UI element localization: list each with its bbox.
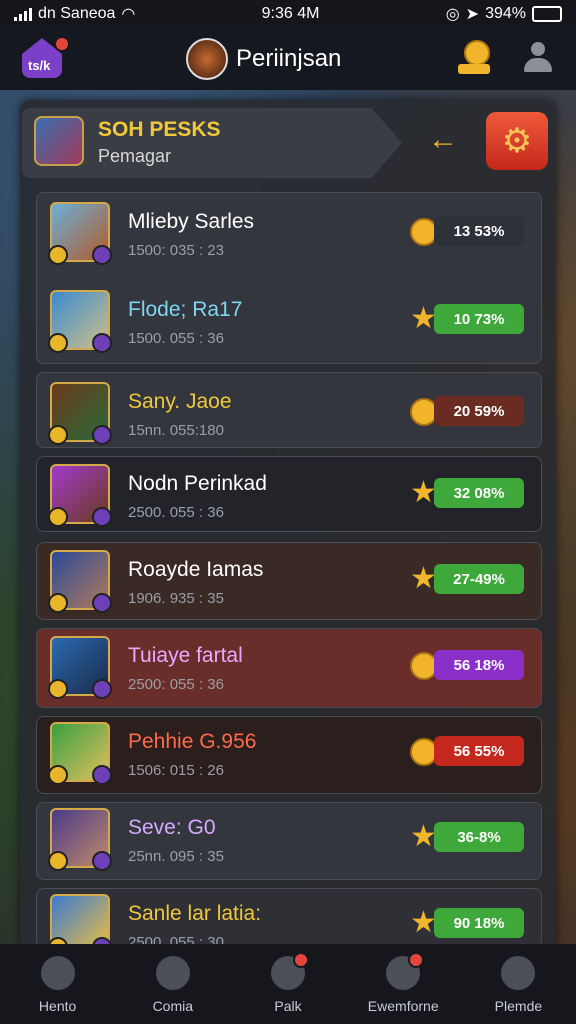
percent-pill: 32 08% bbox=[434, 478, 524, 508]
alarm-icon: ◎ bbox=[445, 6, 460, 23]
character-avatar bbox=[48, 636, 112, 699]
tab-label: Hento bbox=[38, 998, 77, 1014]
tab-comia[interactable]: Comia bbox=[115, 944, 230, 1024]
leaderboard-row[interactable]: Seve: G0 25nn. 095 : 35 ★ 36-8% bbox=[36, 798, 542, 878]
player-stats: 15nn. 055:180 bbox=[128, 422, 224, 439]
character-avatar bbox=[48, 808, 112, 871]
class-badge-icon bbox=[92, 765, 112, 785]
top-bar: ts/k Periinjsan bbox=[0, 28, 576, 90]
bottom-nav: Hento Comia Palk Ewemforne Plemde bbox=[0, 944, 576, 1024]
notification-badge bbox=[54, 36, 70, 52]
coin-stack-icon[interactable] bbox=[458, 40, 490, 76]
record-icon bbox=[386, 952, 425, 990]
tab-label: Palk bbox=[274, 998, 302, 1014]
player-name: Flode; Ra17 bbox=[128, 298, 243, 321]
leaderboard-row[interactable]: Flode; Ra17 1500. 055 : 36 ★ 10 73% bbox=[36, 280, 542, 360]
leaderboard-row[interactable]: Sany. Jaoe 15nn. 055:180 20 59% bbox=[36, 372, 542, 452]
tab-ewemforne[interactable]: Ewemforne bbox=[346, 944, 461, 1024]
class-badge-icon bbox=[92, 851, 112, 871]
class-badge-icon bbox=[92, 507, 112, 527]
cat-icon bbox=[155, 956, 190, 990]
settings-button[interactable]: ⚙ bbox=[486, 112, 548, 170]
player-name: Tuiaye fartal bbox=[128, 644, 243, 667]
rank-badge-icon bbox=[48, 425, 68, 445]
character-avatar bbox=[48, 722, 112, 785]
class-badge-icon bbox=[92, 333, 112, 353]
player-stats: 2500. 055 : 36 bbox=[128, 504, 224, 521]
notification-badge bbox=[408, 952, 425, 968]
player-stats: 1500. 055 : 36 bbox=[128, 330, 224, 347]
player-stats: 1906. 935 : 35 bbox=[128, 590, 224, 607]
player-stats: 1506: 015 : 26 bbox=[128, 762, 224, 779]
section-title: SOH PESKS bbox=[98, 118, 221, 141]
app-logo-icon bbox=[186, 38, 228, 80]
battery-icon bbox=[531, 6, 562, 22]
character-avatar bbox=[48, 290, 112, 353]
rank-badge-icon bbox=[48, 593, 68, 613]
tab-label: Plemde bbox=[494, 998, 543, 1014]
player-name: Sany. Jaoe bbox=[128, 390, 232, 413]
profile-icon[interactable] bbox=[524, 42, 552, 74]
character-avatar bbox=[48, 202, 112, 265]
leaderboard-row[interactable]: Pehhie G.956 1506: 015 : 26 56 55% bbox=[36, 712, 542, 792]
tab-label: Ewemforne bbox=[367, 998, 439, 1014]
percent-pill: 90 18% bbox=[434, 908, 524, 938]
percent-pill: 56 18% bbox=[434, 650, 524, 680]
class-badge-icon bbox=[92, 679, 112, 699]
character-avatar bbox=[48, 550, 112, 613]
player-name: Sanle lar latia: bbox=[128, 902, 262, 925]
battery-text: 394% bbox=[485, 5, 526, 22]
status-bar: dn Saneoa ◠ 9:36 4M ◎ ➤ 394% bbox=[0, 0, 576, 28]
rank-badge-icon bbox=[48, 245, 68, 265]
profile-icon bbox=[501, 956, 536, 990]
player-stats: 1500: 035 : 23 bbox=[128, 242, 224, 259]
player-stats: 25nn. 095 : 35 bbox=[128, 848, 224, 865]
signal-icon bbox=[14, 7, 32, 21]
pause-icon bbox=[271, 952, 309, 990]
rank-badge-icon bbox=[48, 507, 68, 527]
back-arrow-icon[interactable]: ← bbox=[428, 125, 462, 156]
class-badge-icon bbox=[92, 593, 112, 613]
leaderboard-row[interactable]: Tuiaye fartal 2500: 055 : 36 56 18% bbox=[36, 626, 542, 706]
percent-pill: 36-8% bbox=[434, 822, 524, 852]
section-subtitle: Pemagar bbox=[98, 146, 172, 166]
class-badge-icon bbox=[92, 425, 112, 445]
clock-text: 9:36 4M bbox=[261, 5, 320, 22]
leaderboard-row[interactable]: Nodn Perinkad 2500. 055 : 36 ★ 32 08% bbox=[36, 454, 542, 534]
player-name: Seve: G0 bbox=[128, 816, 216, 839]
player-name: Nodn Perinkad bbox=[128, 472, 267, 495]
player-name: Mlieby Sarles bbox=[128, 210, 255, 233]
leaderboard-row[interactable]: Roayde Iamas 1906. 935 : 35 ★ 27-49% bbox=[36, 540, 542, 620]
home-label: ts/k bbox=[28, 58, 51, 73]
percent-pill: 56 55% bbox=[434, 736, 524, 766]
notification-badge bbox=[293, 952, 309, 968]
player-stats: 2500: 055 : 36 bbox=[128, 676, 224, 693]
tab-palk[interactable]: Palk bbox=[230, 944, 345, 1024]
tab-label: Comia bbox=[152, 998, 194, 1014]
percent-pill: 10 73% bbox=[434, 304, 524, 334]
home-icon bbox=[40, 956, 75, 990]
class-badge-icon bbox=[92, 245, 112, 265]
leaderboard-row[interactable]: Mlieby Sarles 1500: 035 : 23 13 53% bbox=[36, 192, 542, 272]
carrier-text: dn Saneoa bbox=[38, 5, 116, 22]
gear-icon: ⚙ bbox=[501, 122, 533, 160]
player-avatar[interactable] bbox=[34, 116, 84, 166]
app-title: Periinjsan bbox=[236, 45, 342, 72]
character-avatar bbox=[48, 382, 112, 445]
player-name: Roayde Iamas bbox=[128, 558, 264, 581]
rank-badge-icon bbox=[48, 765, 68, 785]
player-name: Pehhie G.956 bbox=[128, 730, 257, 753]
character-avatar bbox=[48, 464, 112, 527]
percent-pill: 13 53% bbox=[434, 216, 524, 246]
percent-pill: 20 59% bbox=[434, 396, 524, 426]
rank-badge-icon bbox=[48, 851, 68, 871]
location-icon: ➤ bbox=[465, 6, 480, 23]
tab-hento[interactable]: Hento bbox=[0, 944, 115, 1024]
rank-badge-icon bbox=[48, 679, 68, 699]
tab-plemde[interactable]: Plemde bbox=[461, 944, 576, 1024]
rank-badge-icon bbox=[48, 333, 68, 353]
percent-pill: 27-49% bbox=[434, 564, 524, 594]
wifi-icon: ◠ bbox=[121, 6, 136, 23]
